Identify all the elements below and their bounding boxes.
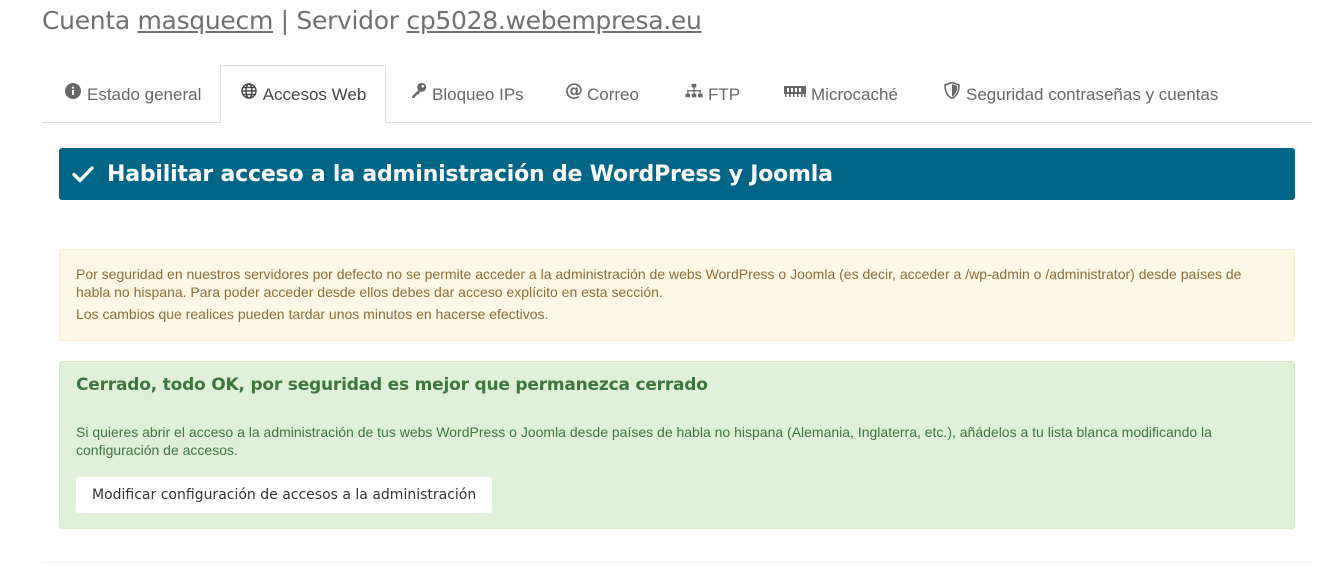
tab-label: FTP: [708, 84, 741, 104]
at-sign-icon: @: [565, 80, 583, 101]
info-circle-icon: [64, 82, 82, 100]
check-icon: [71, 162, 95, 186]
info-text: Por seguridad en nuestros servidores por…: [76, 266, 1242, 300]
tab-label: Accesos Web: [262, 85, 367, 104]
tab-estado-general[interactable]: Estado general: [64, 65, 201, 122]
divider: [42, 562, 1312, 563]
tab-label: Estado general: [87, 84, 202, 104]
tab-correo[interactable]: @ Correo: [565, 65, 639, 122]
globe-icon: [240, 82, 258, 100]
info-note: Los cambios que realices pueden tardar u…: [76, 306, 549, 322]
status-title: Cerrado, todo OK, por seguridad es mejor…: [76, 375, 708, 395]
account-link[interactable]: masquecm: [138, 6, 274, 35]
tab-microcache[interactable]: Microcaché: [784, 65, 898, 122]
status-description: Si quieres abrir el acceso a la administ…: [76, 424, 1212, 458]
page-title: Cuenta masquecm | Servidor cp5028.webemp…: [42, 6, 702, 35]
account-prefix: Cuenta: [42, 6, 138, 35]
sitemap-icon: [685, 82, 703, 100]
tab-ftp[interactable]: FTP: [685, 65, 740, 122]
status-panel: Cerrado, todo OK, por seguridad es mejor…: [59, 361, 1295, 529]
tab-bloqueo-ips[interactable]: Bloqueo IPs: [409, 65, 524, 122]
tab-seguridad[interactable]: Seguridad contraseñas y cuentas: [943, 65, 1218, 122]
tab-label: Microcaché: [811, 84, 898, 104]
info-alert: Por seguridad en nuestros servidores por…: [59, 249, 1295, 341]
tab-accesos-web[interactable]: Accesos Web: [220, 65, 386, 123]
tab-label: Seguridad contraseñas y cuentas: [966, 84, 1219, 104]
memory-icon: [784, 82, 806, 100]
key-icon: [409, 82, 427, 100]
page: Cuenta masquecm | Servidor cp5028.webemp…: [0, 0, 1319, 566]
section-banner: Habilitar acceso a la administración de …: [59, 148, 1295, 200]
section-title: Habilitar acceso a la administración de …: [107, 161, 833, 187]
tab-bar: Estado general Accesos Web Bloqueo IPs @…: [42, 65, 1312, 123]
server-separator: | Servidor: [273, 6, 407, 35]
tab-label: Bloqueo IPs: [432, 84, 524, 104]
tab-label: Correo: [587, 84, 639, 104]
shield-icon: [943, 82, 961, 100]
modify-access-button[interactable]: Modificar configuración de accesos a la …: [76, 477, 493, 513]
server-link[interactable]: cp5028.webempresa.eu: [406, 6, 701, 35]
